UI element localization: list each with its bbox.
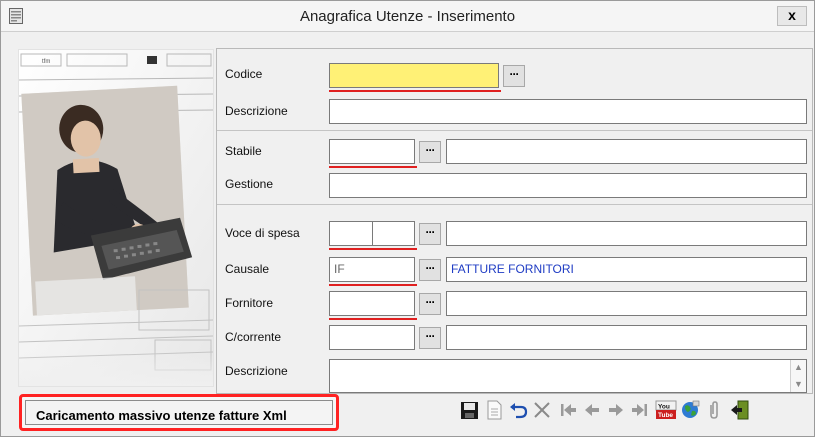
globe-icon[interactable] (679, 398, 701, 422)
voce-di-spesa-lookup-button[interactable]: ··· (419, 223, 441, 245)
causale-lookup-button[interactable]: ··· (419, 259, 441, 281)
required-indicator (329, 248, 417, 250)
print-preview-icon[interactable] (483, 398, 505, 422)
group-expense: Voce di spesa ··· Causale IF ··· FATTURE… (217, 207, 812, 394)
voce-di-spesa-name-input[interactable] (446, 221, 807, 246)
svg-text:You: You (658, 404, 670, 411)
descrizione-2-textarea[interactable]: ▲ ▼ (329, 359, 807, 393)
descrizione-2-scrollbar[interactable]: ▲ ▼ (790, 360, 806, 392)
title-bar: Anagrafica Utenze - Inserimento x (1, 1, 814, 32)
c-corrente-lookup-button[interactable]: ··· (419, 327, 441, 349)
descrizione-label: Descrizione (225, 104, 288, 118)
required-indicator (329, 90, 501, 92)
delete-icon[interactable] (531, 398, 553, 422)
stabile-code-input[interactable] (329, 139, 415, 164)
required-indicator (329, 318, 417, 320)
codice-input[interactable] (329, 63, 499, 88)
causale-name-input[interactable]: FATTURE FORNITORI (446, 257, 807, 282)
group-identification: Codice ··· Descrizione (217, 49, 812, 131)
window: Anagrafica Utenze - Inserimento x tfm Co… (0, 0, 815, 437)
undo-icon[interactable] (507, 398, 529, 422)
stabile-name-input[interactable] (446, 139, 807, 164)
descrizione-input[interactable] (329, 99, 807, 124)
save-icon[interactable] (459, 398, 481, 422)
form-panel: Codice ··· Descrizione Stabile ··· Gesti… (216, 48, 813, 394)
group-building: Stabile ··· Gestione (217, 131, 812, 205)
causale-label: Causale (225, 262, 270, 276)
fornitore-lookup-button[interactable]: ··· (419, 293, 441, 315)
person-at-laptop-illustration: tfm (19, 50, 213, 386)
stabile-lookup-button[interactable]: ··· (419, 141, 441, 163)
voce-di-spesa-label: Voce di spesa (225, 226, 300, 240)
descrizione-2-label: Descrizione (225, 364, 288, 378)
fornitore-code-input[interactable] (329, 291, 415, 316)
first-record-icon[interactable] (557, 398, 579, 422)
required-indicator (329, 166, 417, 168)
fornitore-label: Fornitore (225, 296, 274, 310)
attachment-icon[interactable] (703, 398, 725, 422)
gestione-label: Gestione (225, 177, 274, 191)
svg-text:tfm: tfm (42, 59, 50, 65)
previous-record-icon[interactable] (581, 398, 603, 422)
stabile-label: Stabile (225, 144, 262, 158)
c-corrente-name-input[interactable] (446, 325, 807, 350)
last-record-icon[interactable] (629, 398, 651, 422)
gestione-input[interactable] (329, 173, 807, 198)
fornitore-name-input[interactable] (446, 291, 807, 316)
exit-icon[interactable] (729, 398, 751, 422)
c-corrente-code-input[interactable] (329, 325, 415, 350)
c-corrente-label: C/corrente (225, 330, 282, 344)
bulk-import-highlight: Caricamento massivo utenze fatture Xml (19, 394, 339, 431)
window-title: Anagrafica Utenze - Inserimento (299, 8, 516, 25)
decorative-photo: tfm (18, 49, 214, 387)
youtube-icon[interactable]: You Tube (655, 398, 677, 422)
required-indicator (329, 284, 417, 286)
scroll-down-icon[interactable]: ▼ (793, 379, 804, 390)
scroll-up-icon[interactable]: ▲ (793, 362, 804, 373)
field-separator (372, 222, 373, 245)
svg-text:Tube: Tube (658, 412, 673, 419)
codice-label: Codice (225, 67, 263, 81)
next-record-icon[interactable] (605, 398, 627, 422)
bulk-import-button[interactable]: Caricamento massivo utenze fatture Xml (25, 400, 333, 425)
causale-code-input[interactable]: IF (329, 257, 415, 282)
close-button[interactable]: x (777, 6, 807, 26)
voce-di-spesa-code-input[interactable] (329, 221, 415, 246)
codice-lookup-button[interactable]: ··· (503, 65, 525, 87)
